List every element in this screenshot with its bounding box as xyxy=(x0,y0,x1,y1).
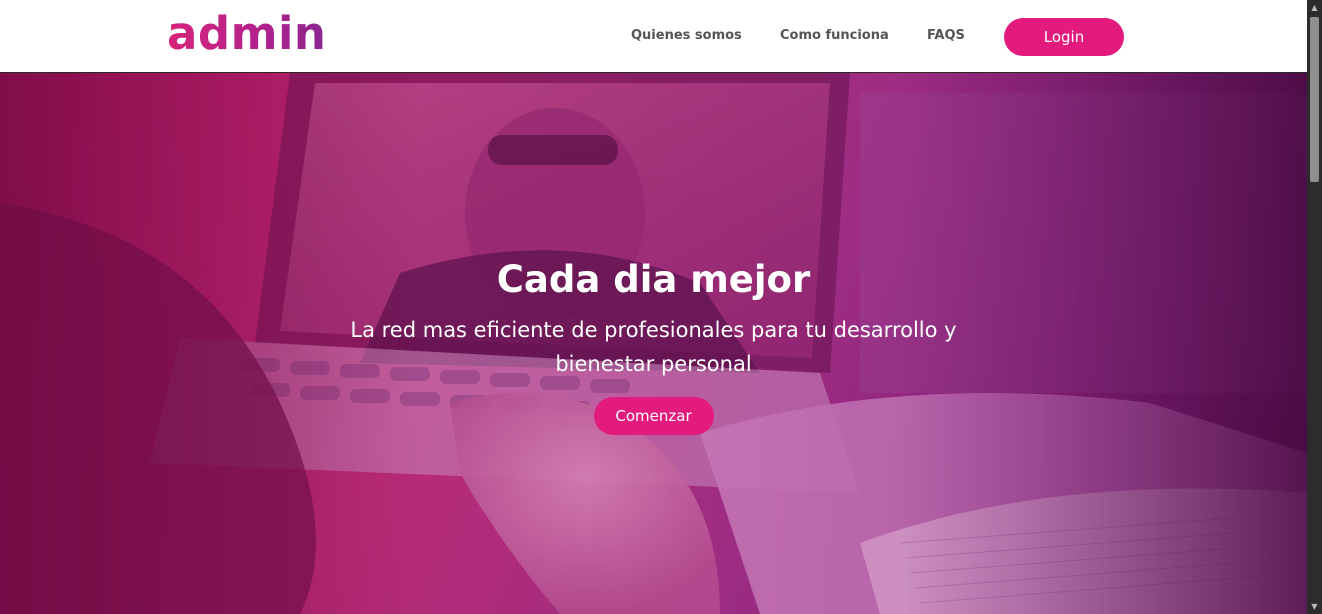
vertical-scrollbar[interactable]: ▲ ▼ xyxy=(1307,0,1322,614)
comenzar-button[interactable]: Comenzar xyxy=(593,397,714,435)
scroll-up-icon[interactable]: ▲ xyxy=(1307,0,1322,15)
page-viewport: admin Quienes somos Como funciona FAQS L… xyxy=(0,0,1307,614)
login-button[interactable]: Login xyxy=(1004,18,1124,56)
scrollbar-thumb[interactable] xyxy=(1310,17,1319,182)
nav-link-quienes-somos[interactable]: Quienes somos xyxy=(631,26,742,46)
hero-section: Cada dia mejor La red mas eficiente de p… xyxy=(0,73,1307,614)
hero-content: Cada dia mejor La red mas eficiente de p… xyxy=(330,253,977,435)
nav-link-faqs[interactable]: FAQS xyxy=(927,26,965,46)
hero-subtitle: La red mas eficiente de profesionales pa… xyxy=(350,318,957,376)
hero-title: Cada dia mejor xyxy=(496,258,811,301)
admin-logo[interactable]: admin xyxy=(167,8,326,60)
scroll-down-icon[interactable]: ▼ xyxy=(1307,599,1322,614)
navbar: admin Quienes somos Como funciona FAQS L… xyxy=(0,0,1307,73)
nav-link-como-funciona[interactable]: Como funciona xyxy=(780,26,889,46)
